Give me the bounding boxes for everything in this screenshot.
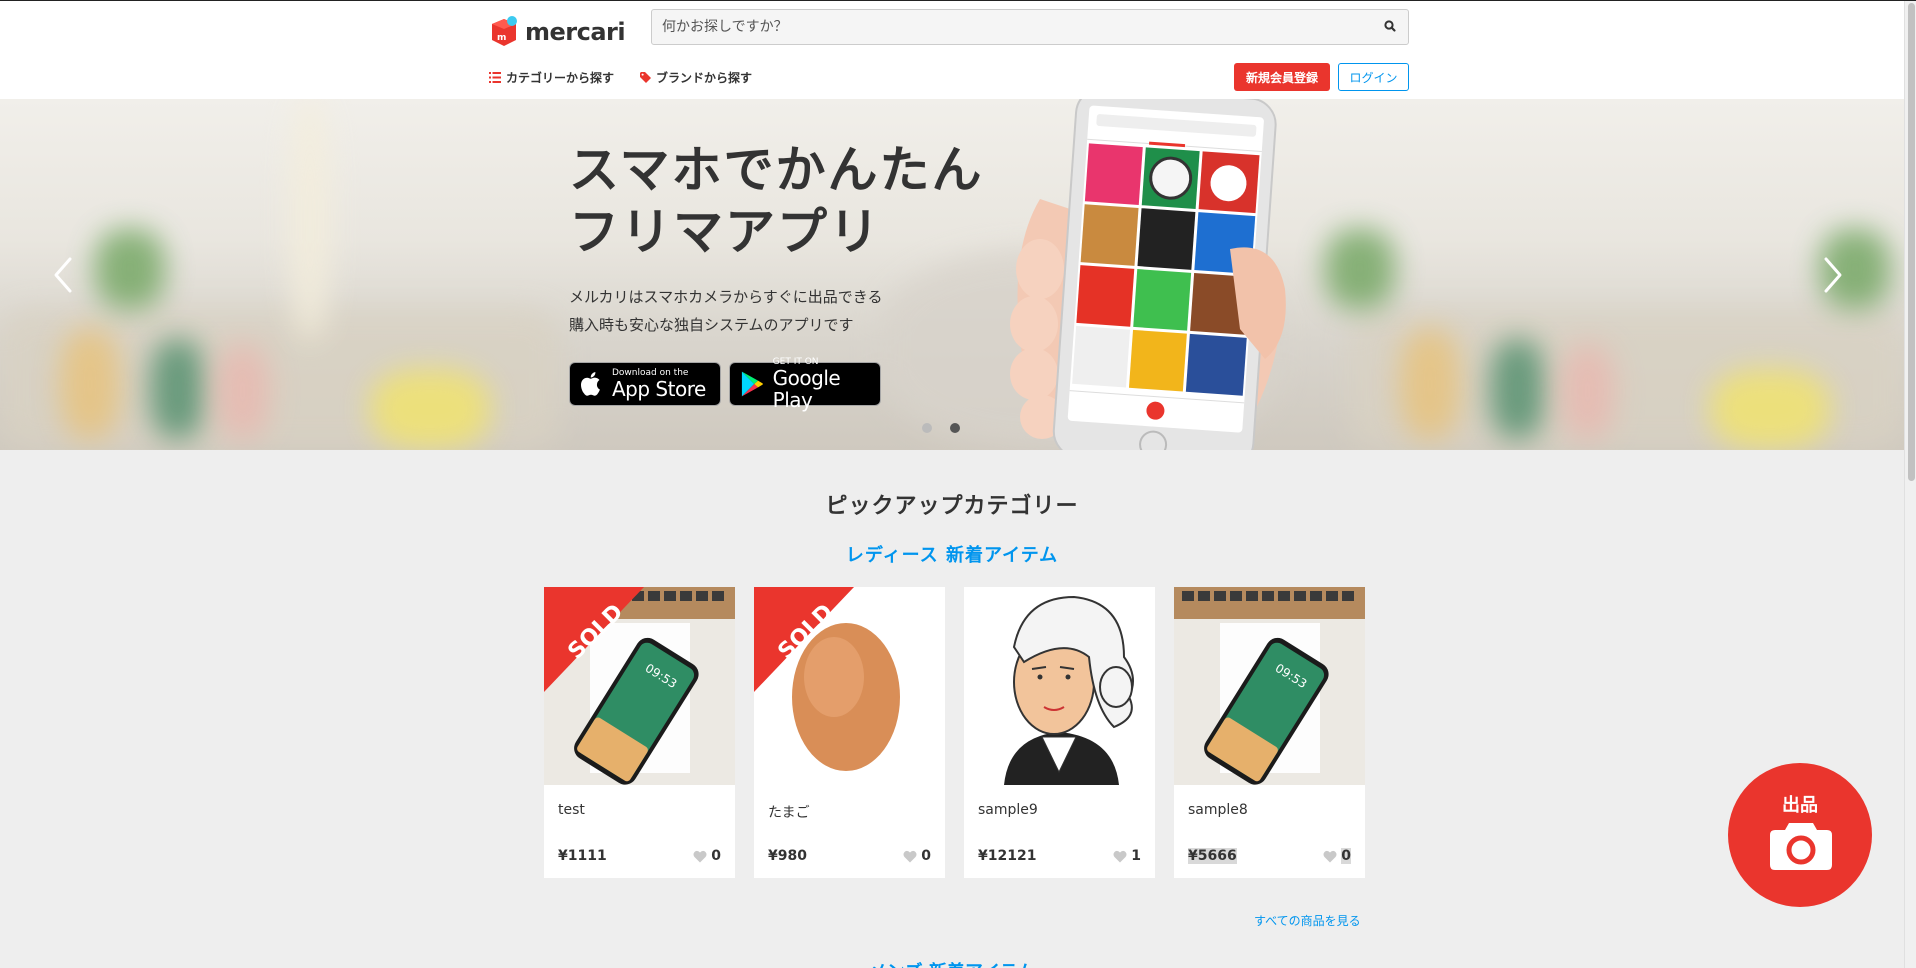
- search-icon[interactable]: [1382, 18, 1400, 36]
- item-likes: 0: [1323, 848, 1351, 864]
- see-all-items-link[interactable]: すべての商品を見る: [1254, 912, 1361, 929]
- hero-description: メルカリはスマホカメラからすぐに出品できる 購入時も安心な独自システムのアプリで…: [569, 288, 883, 334]
- item-name: test: [558, 802, 585, 818]
- carousel-next-arrow-icon[interactable]: [1820, 255, 1844, 295]
- item-price: ¥5666: [1188, 848, 1237, 864]
- nav-category-link[interactable]: カテゴリーから探す: [489, 69, 614, 86]
- search-bar: [651, 9, 1409, 45]
- heart-icon: [1113, 850, 1127, 862]
- nav-category-label: カテゴリーから探す: [506, 71, 615, 85]
- google-play-icon: [741, 371, 763, 397]
- heart-icon: [693, 850, 707, 862]
- sell-button[interactable]: 出品: [1728, 763, 1872, 907]
- camera-icon: [1770, 823, 1832, 870]
- next-category-title[interactable]: メンズ 新着アイテム: [0, 958, 1904, 968]
- page-scrollbar[interactable]: [1904, 1, 1916, 968]
- logo-text: mercari: [525, 18, 626, 46]
- item-likes: 0: [903, 848, 931, 864]
- item-card[interactable]: 09:53 SOLD test ¥1111 0: [544, 587, 735, 878]
- sell-button-label: 出品: [1782, 795, 1818, 816]
- item-image: 09:53 SOLD: [544, 587, 735, 785]
- item-likes: 0: [693, 848, 721, 864]
- login-button[interactable]: ログイン: [1338, 63, 1409, 91]
- apple-icon: [581, 372, 600, 396]
- item-card[interactable]: SOLD たまご ¥980 0: [754, 587, 945, 878]
- google-play-badge[interactable]: GET IT ON Google Play: [729, 357, 881, 411]
- item-image: SOLD: [754, 587, 945, 785]
- hero-phone-image: [1000, 99, 1330, 450]
- mercari-logo[interactable]: m mercari: [489, 16, 626, 48]
- mercari-logo-icon: m: [492, 16, 517, 46]
- heart-icon: [1323, 850, 1337, 862]
- nav-brand-link[interactable]: ブランドから探す: [640, 69, 752, 86]
- search-input[interactable]: [652, 10, 1372, 44]
- svg-text:m: m: [497, 33, 506, 43]
- item-name: sample8: [1188, 802, 1248, 818]
- item-price: ¥980: [768, 848, 807, 864]
- tag-icon: [640, 72, 651, 83]
- hero-carousel: スマホでかんたん フリマアプリ メルカリはスマホカメラからすぐに出品できる 購入…: [0, 99, 1904, 450]
- item-name: たまご: [768, 805, 810, 821]
- nav-brand-label: ブランドから探す: [656, 71, 753, 85]
- item-price: ¥1111: [558, 848, 607, 864]
- item-price: ¥12121: [978, 848, 1037, 864]
- scrollbar-thumb[interactable]: [1908, 3, 1915, 481]
- app-store-badge[interactable]: Download on the App Store: [569, 362, 721, 406]
- item-card[interactable]: sample9 ¥12121 1: [964, 587, 1155, 878]
- item-card[interactable]: 09:53 sample8 ¥5666 0: [1174, 587, 1365, 878]
- pickup-category-title[interactable]: レディース 新着アイテム: [0, 541, 1904, 567]
- signup-button[interactable]: 新規会員登録: [1234, 63, 1330, 91]
- pickup-section-title: ピックアップカテゴリー: [825, 494, 1079, 519]
- carousel-prev-arrow-icon[interactable]: [52, 255, 76, 295]
- carousel-dot-1[interactable]: [922, 423, 932, 433]
- carousel-dot-2-active[interactable]: [950, 423, 960, 433]
- item-name: sample9: [978, 802, 1038, 818]
- heart-icon: [903, 850, 917, 862]
- list-icon: [489, 72, 501, 83]
- item-likes: 1: [1113, 848, 1141, 864]
- item-image: 09:53: [1174, 587, 1365, 785]
- hero-title: スマホでかんたん フリマアプリ: [569, 141, 984, 261]
- site-header: m mercari カテゴリーから探す ブランドから探す 新規会員登録 ログイン: [0, 1, 1904, 99]
- item-image: [964, 587, 1155, 785]
